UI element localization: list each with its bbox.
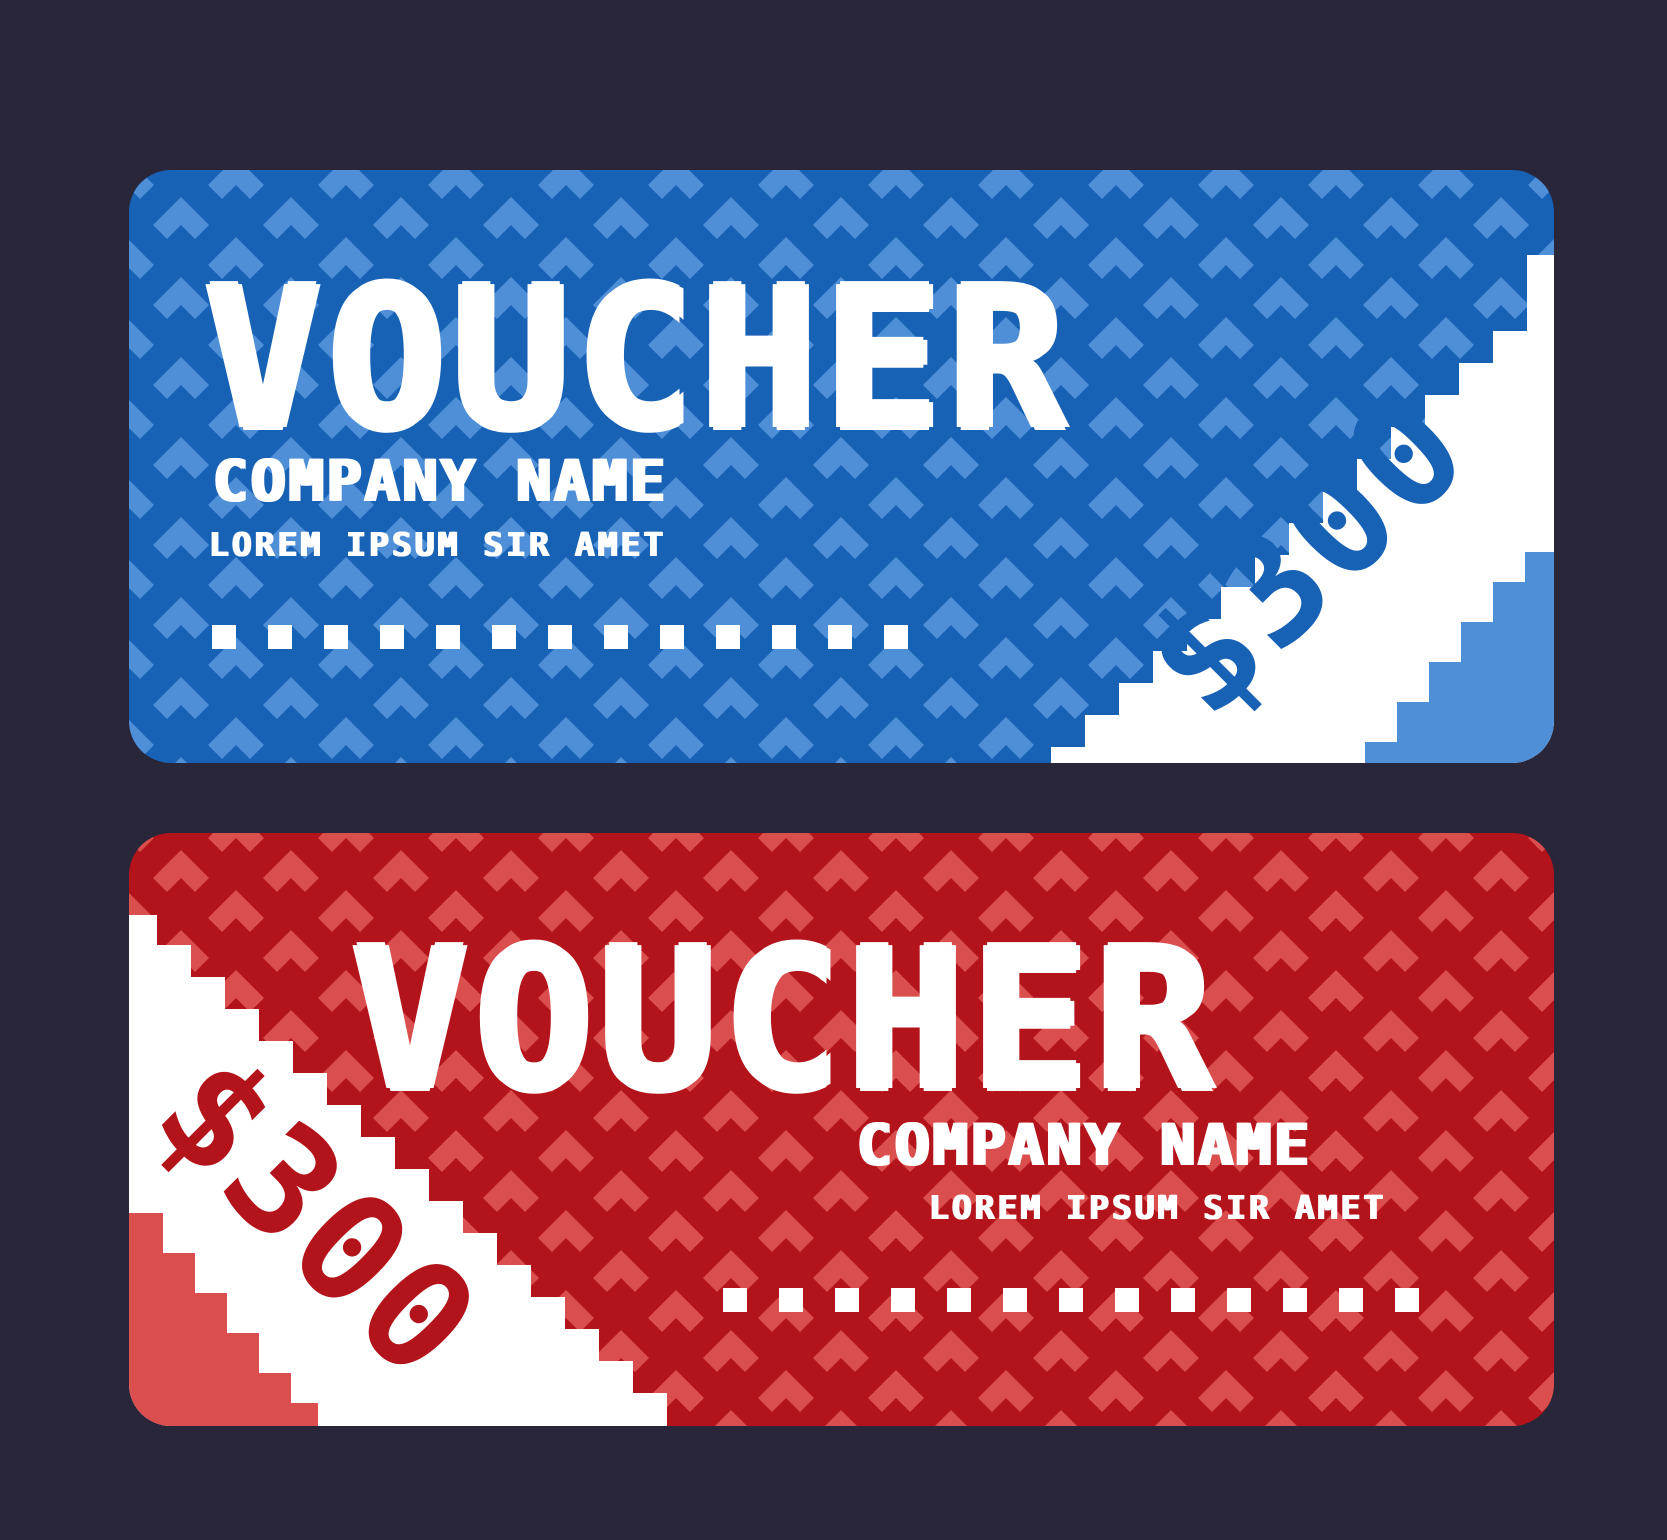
dot (324, 625, 348, 649)
voucher-title: VOUCHER (204, 246, 1073, 474)
dot (828, 625, 852, 649)
dot (548, 625, 572, 649)
dot (1171, 1288, 1195, 1312)
voucher-title: VOUCHER (351, 907, 1220, 1135)
dot (835, 1288, 859, 1312)
company-name: COMPANY NAME (857, 1111, 1313, 1179)
dot (660, 625, 684, 649)
dot (1283, 1288, 1307, 1312)
voucher-subtitle: LOREM IPSUM SIR AMET (929, 1188, 1387, 1227)
dot (1059, 1288, 1083, 1312)
dot (1339, 1288, 1363, 1312)
dot (268, 625, 292, 649)
dot (492, 625, 516, 649)
dot (1115, 1288, 1139, 1312)
dot (436, 625, 460, 649)
dot (212, 625, 236, 649)
dot (772, 625, 796, 649)
dot (1395, 1288, 1419, 1312)
dot (380, 625, 404, 649)
dot (947, 1288, 971, 1312)
dot (779, 1288, 803, 1312)
dot (723, 1288, 747, 1312)
dot (884, 625, 908, 649)
dot (891, 1288, 915, 1312)
dotted-line (723, 1288, 1419, 1314)
dotted-line (212, 625, 908, 651)
voucher-subtitle: LOREM IPSUM SIR AMET (209, 525, 667, 564)
dot (716, 625, 740, 649)
dot (604, 625, 628, 649)
company-name: COMPANY NAME (213, 447, 669, 515)
dot (1003, 1288, 1027, 1312)
voucher-card-red: VOUCHER COMPANY NAME LOREM IPSUM SIR AME… (129, 833, 1554, 1426)
voucher-card-blue: VOUCHER COMPANY NAME LOREM IPSUM SIR AME… (129, 170, 1554, 763)
dot (1227, 1288, 1251, 1312)
